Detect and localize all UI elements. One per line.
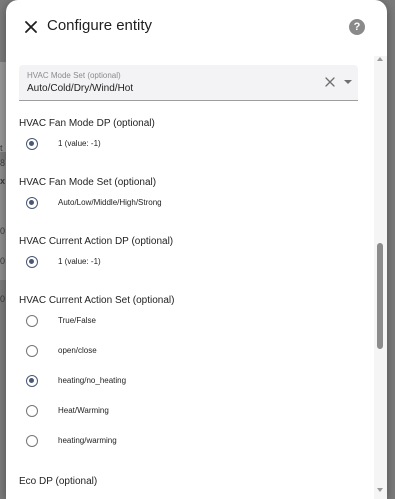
hvac-mode-set-value: Auto/Cold/Dry/Wind/Hot <box>27 83 134 94</box>
clear-icon[interactable] <box>324 76 336 88</box>
section-label: HVAC Current Action Set (optional) <box>19 295 175 306</box>
close-icon <box>25 21 37 33</box>
radio-option-label: True/False <box>58 316 96 325</box>
dialog-title: Configure entity <box>47 17 153 34</box>
background-text: 0 <box>0 226 6 236</box>
configure-entity-dialog: Configure entity ? HVAC Mode Set (option… <box>6 0 387 499</box>
radio-option-label: 1 (value: -1) <box>58 257 101 266</box>
background-text: t <box>0 143 3 153</box>
radio-checked-icon[interactable] <box>26 256 38 268</box>
background-text: 0 <box>0 294 6 304</box>
radio-unchecked-icon[interactable] <box>26 435 38 447</box>
radio-option-label: heating/warming <box>58 436 117 445</box>
radio-checked-icon[interactable] <box>26 375 38 387</box>
scrollbar[interactable] <box>374 56 387 499</box>
radio-unchecked-icon[interactable] <box>26 345 38 357</box>
dialog-header: Configure entity ? <box>6 0 387 56</box>
chevron-down-icon[interactable] <box>343 78 353 86</box>
section-label: Eco DP (optional) <box>19 476 98 487</box>
dialog-content: HVAC Mode Set (optional) Auto/Cold/Dry/W… <box>6 56 374 499</box>
section-label: HVAC Fan Mode Set (optional) <box>19 177 157 188</box>
radio-checked-icon[interactable] <box>26 197 38 209</box>
background-text: x <box>0 176 6 186</box>
radio-option-label: heating/no_heating <box>58 376 127 385</box>
radio-option-label: open/close <box>58 346 97 355</box>
background-text: 0 <box>0 256 6 266</box>
hvac-mode-set-label: HVAC Mode Set (optional) <box>27 71 121 80</box>
close-button[interactable] <box>18 14 44 40</box>
radio-option-label: 1 (value: -1) <box>58 139 101 148</box>
help-circle-icon[interactable]: ? <box>349 19 365 35</box>
scroll-up-arrow[interactable] <box>377 57 383 61</box>
section-label: HVAC Fan Mode DP (optional) <box>19 118 155 129</box>
background-text: 8 <box>0 158 6 168</box>
radio-unchecked-icon[interactable] <box>26 315 38 327</box>
radio-checked-icon[interactable] <box>26 138 38 150</box>
radio-option-label: Heat/Warming <box>58 406 109 415</box>
radio-unchecked-icon[interactable] <box>26 405 38 417</box>
radio-option-label: Auto/Low/Middle/High/Strong <box>58 198 162 207</box>
section-label: HVAC Current Action DP (optional) <box>19 236 174 247</box>
hvac-mode-set-select[interactable]: HVAC Mode Set (optional) Auto/Cold/Dry/W… <box>19 65 358 101</box>
scrollbar-thumb[interactable] <box>377 243 383 349</box>
scroll-down-arrow[interactable] <box>377 488 383 492</box>
